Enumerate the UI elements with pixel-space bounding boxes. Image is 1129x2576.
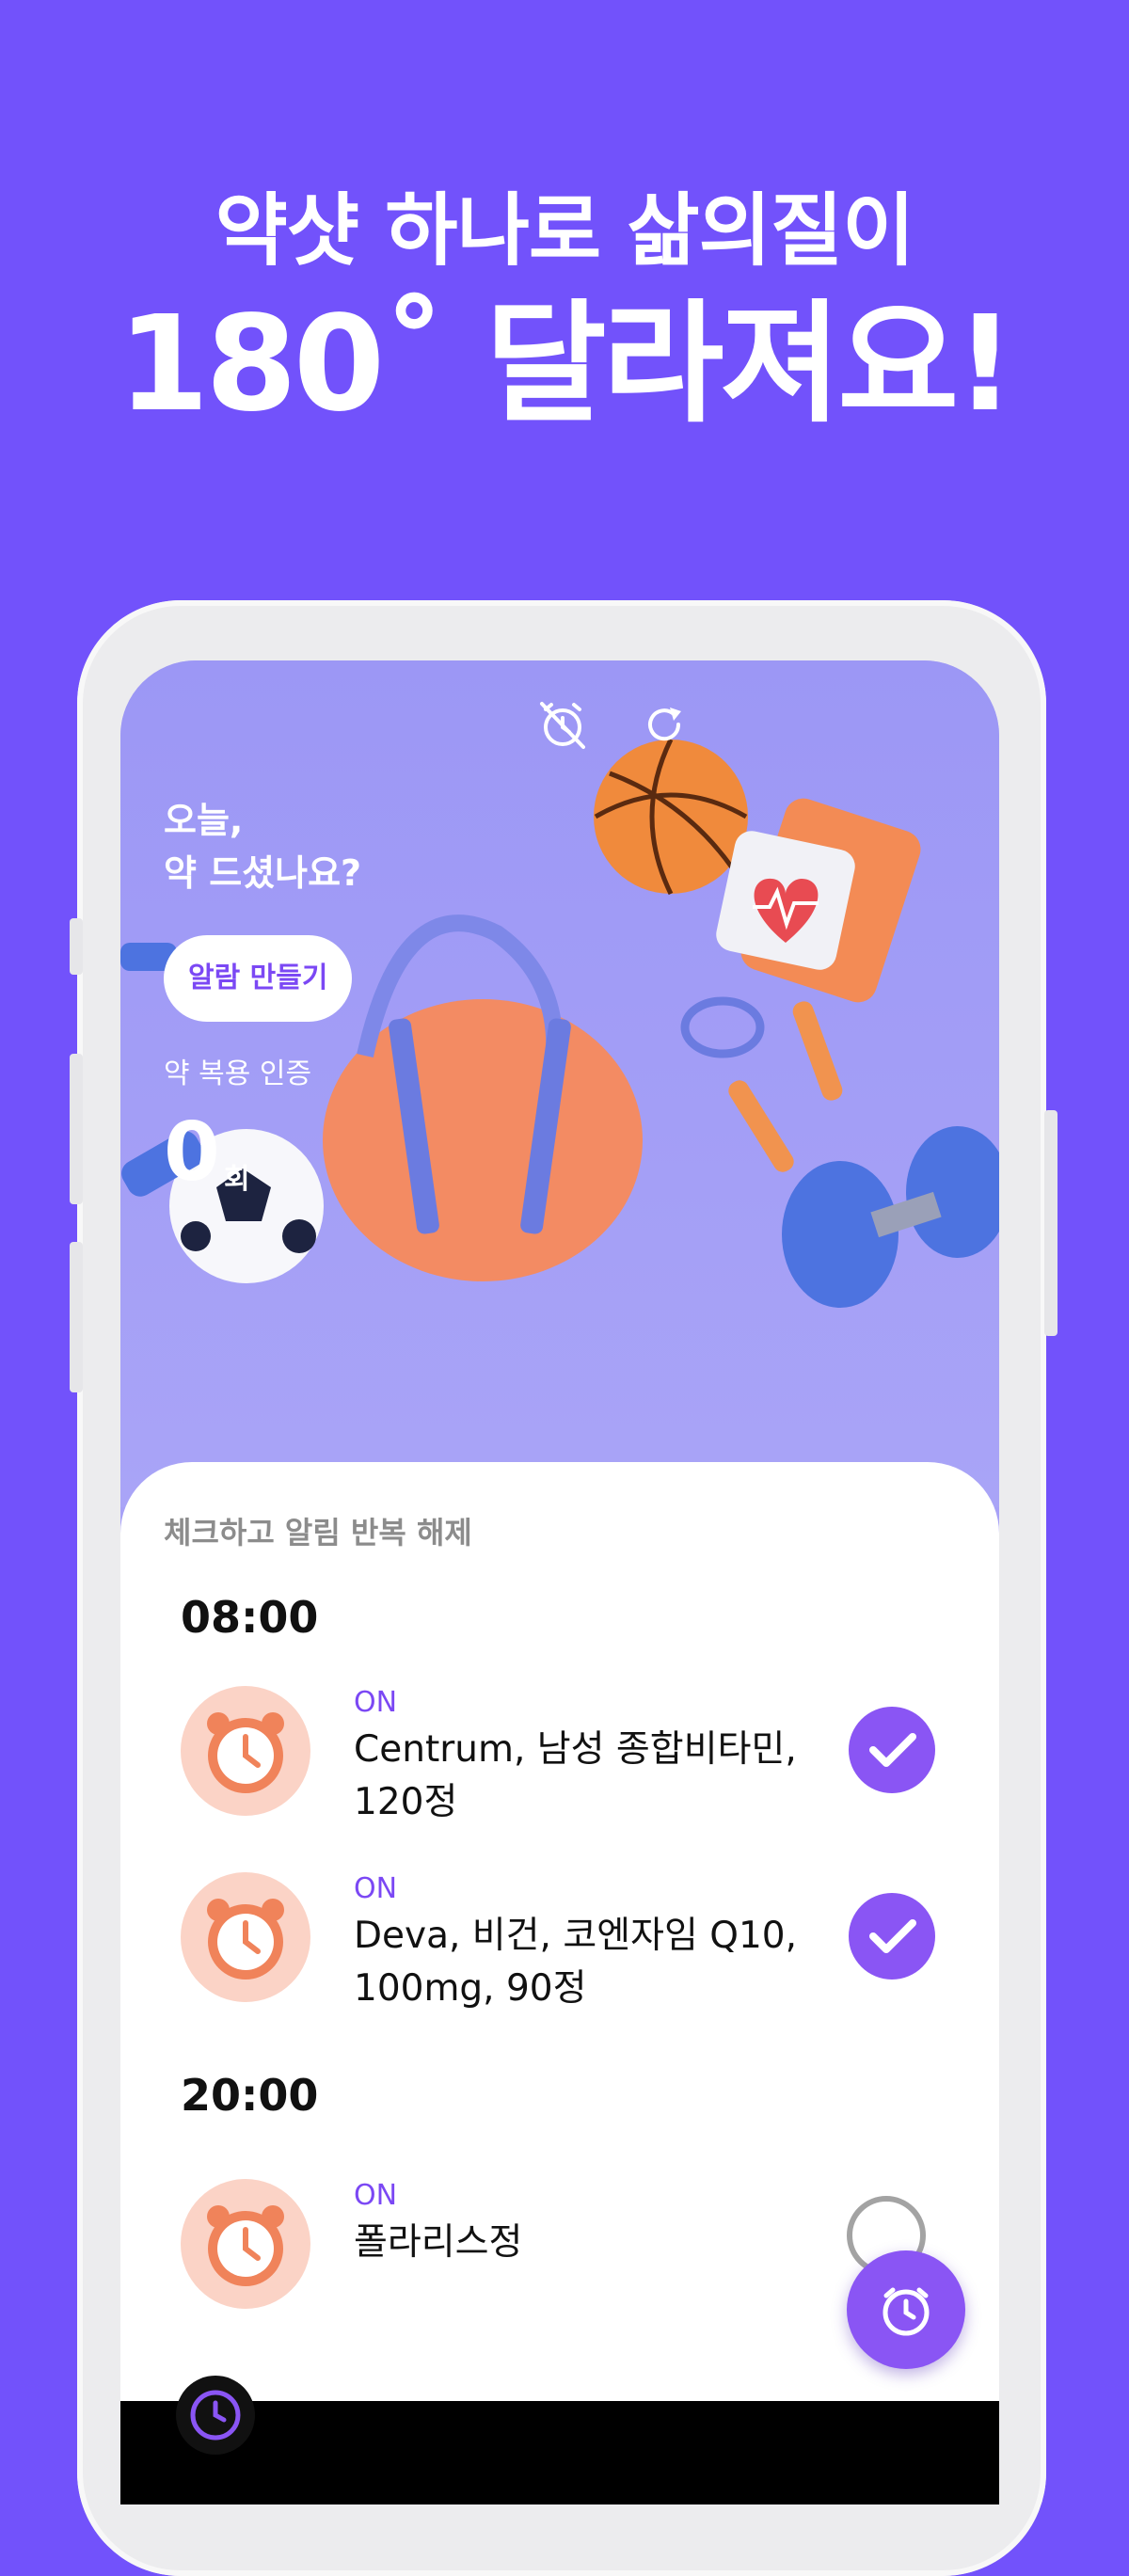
dose-cert-unit: 회: [224, 1163, 250, 1196]
greeting-line1: 오늘,: [164, 800, 244, 841]
alarm-name: 폴라리스정: [354, 2221, 523, 2264]
phone-side-button: [70, 1242, 83, 1392]
add-alarm-button[interactable]: [847, 2250, 965, 2369]
alarm-status: ON: [354, 1686, 398, 1719]
alarm-icon: [883, 2287, 930, 2336]
alarm-item[interactable]: ON Centrum, 남성 종합비타민, 120정: [181, 1686, 952, 1827]
alarm-name: Deva, 비건, 코엔자임 Q10, 100mg, 90정: [354, 1915, 797, 2010]
app-screen: 오늘, 약 드셨나요? 알람 만들기 약 복용 인증 0 회 체크하고 알림 반…: [120, 660, 999, 2504]
time-label: 08:00: [181, 1592, 319, 1643]
phone-side-button: [70, 918, 83, 975]
hero-section: 오늘, 약 드셨나요? 알람 만들기 약 복용 인증 0 회: [120, 660, 999, 1507]
headline-line2: 180˚ 달라져요!: [117, 288, 1015, 441]
checkmark-icon: [869, 1919, 916, 1953]
alarm-off-icon[interactable]: [534, 696, 591, 753]
greeting: 오늘, 약 드셨나요?: [164, 794, 361, 899]
dose-cert-count: 0: [164, 1105, 220, 1200]
dose-cert-label: 약 복용 인증: [164, 1057, 312, 1090]
greeting-line2: 약 드셨나요?: [164, 852, 362, 894]
check-button[interactable]: [849, 1707, 935, 1793]
alarm-clock-icon: [181, 1686, 310, 1816]
phone-side-button: [70, 1054, 83, 1204]
alarm-status: ON: [354, 1872, 398, 1905]
phone-side-button: [1044, 1110, 1057, 1336]
bottom-navigation: [120, 2376, 999, 2504]
alarm-clock-icon: [181, 2179, 310, 2309]
time-label: 20:00: [181, 2070, 319, 2121]
alarm-item[interactable]: ON Deva, 비건, 코엔자임 Q10, 100mg, 90정: [181, 1872, 952, 2013]
clock-nav-icon[interactable]: [173, 2373, 258, 2457]
alarm-name: Centrum, 남성 종합비타민, 120정: [354, 1728, 797, 1823]
checkmark-icon: [869, 1733, 916, 1767]
alarm-item[interactable]: ON 폴라리스정: [181, 2179, 952, 2320]
make-alarm-button[interactable]: 알람 만들기: [164, 935, 353, 1022]
check-button[interactable]: [849, 1893, 935, 1980]
alarm-clock-icon: [181, 1872, 310, 2002]
headline-line1: 약샷 하나로 삶의질이: [215, 184, 914, 277]
schedule-title: 체크하고 알림 반복 해제: [164, 1515, 472, 1550]
alarm-status: ON: [354, 2179, 398, 2212]
refresh-icon[interactable]: [636, 696, 692, 753]
